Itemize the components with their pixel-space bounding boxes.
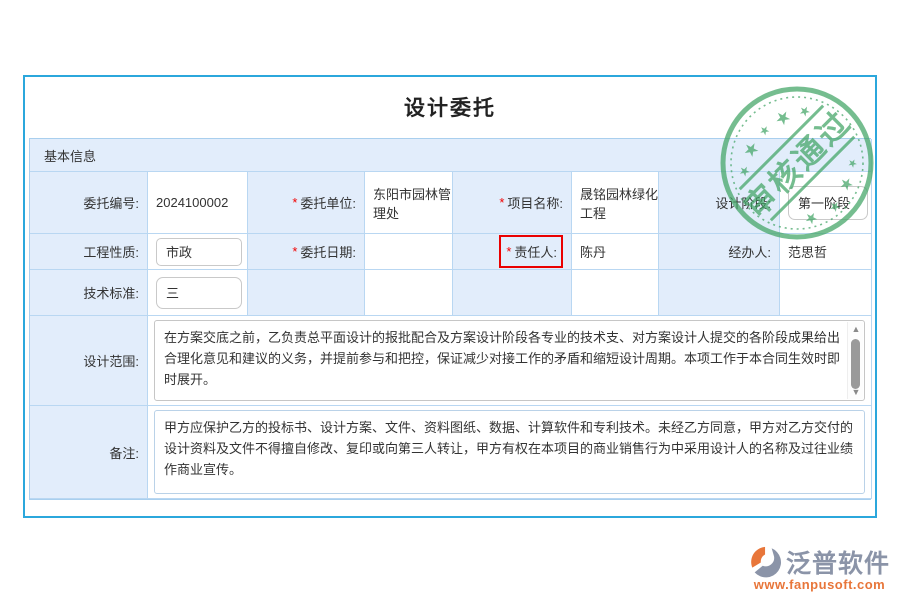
label-entrust-date: *委托日期: bbox=[248, 234, 365, 270]
label-remarks: 备注: bbox=[30, 406, 148, 499]
svg-text:★: ★ bbox=[738, 137, 764, 163]
value-entrust-unit: 东阳市园林管理处 bbox=[365, 172, 453, 234]
empty-value-cell bbox=[572, 270, 659, 316]
required-star: * bbox=[292, 195, 297, 210]
label-entrust-no: 委托编号: bbox=[30, 172, 148, 234]
empty-value-cell bbox=[365, 270, 453, 316]
empty-label-cell bbox=[248, 270, 365, 316]
scroll-down-icon[interactable]: ▼ bbox=[848, 385, 864, 399]
label-entrust-unit: *委托单位: bbox=[248, 172, 365, 234]
label-responsible-person: *责任人: bbox=[453, 234, 572, 270]
brand-url[interactable]: www.fanpusoft.com bbox=[749, 577, 890, 592]
required-star: * bbox=[506, 244, 511, 259]
svg-text:★: ★ bbox=[801, 208, 823, 230]
value-responsible-person: 陈丹 bbox=[572, 234, 659, 270]
label-design-scope: 设计范围: bbox=[30, 316, 148, 406]
cell-technical-standard: 三 bbox=[148, 270, 248, 316]
svg-text:★: ★ bbox=[756, 122, 774, 140]
footer-brand: 泛普软件 www.fanpusoft.com bbox=[749, 544, 890, 592]
technical-standard-input[interactable]: 三 bbox=[156, 277, 242, 309]
responsible-person-highlight-box: *责任人: bbox=[499, 235, 563, 268]
value-entrust-date[interactable] bbox=[365, 234, 453, 270]
project-nature-input[interactable]: 市政 bbox=[156, 238, 242, 266]
svg-text:★: ★ bbox=[770, 105, 796, 131]
value-entrust-no: 2024100002 bbox=[148, 172, 248, 234]
svg-text:★: ★ bbox=[825, 197, 844, 216]
brand-name: 泛普软件 bbox=[786, 544, 890, 580]
empty-value-cell bbox=[780, 270, 872, 316]
cell-design-scope: 在方案交底之前，乙负责总平面设计的报批配合及方案设计阶段各专业的技术支、对方案设… bbox=[148, 316, 872, 406]
fanpu-logo-icon bbox=[749, 545, 783, 579]
scrollbar[interactable]: ▲ ▼ bbox=[847, 322, 863, 399]
svg-text:★: ★ bbox=[845, 156, 861, 172]
empty-label-cell bbox=[659, 270, 780, 316]
svg-text:★: ★ bbox=[836, 173, 858, 195]
remarks-textarea[interactable]: 甲方应保护乙方的投标书、设计方案、文件、资料图纸、数据、计算软件和专利技术。未经… bbox=[154, 410, 865, 494]
approval-stamp: 审核通过 ★ ★ ★ ★ ★ ★ ★ ★ ★ bbox=[718, 84, 876, 242]
label-project-nature: 工程性质: bbox=[30, 234, 148, 270]
value-project-name: 晟铭园林绿化工程 bbox=[572, 172, 659, 234]
cell-remarks: 甲方应保护乙方的投标书、设计方案、文件、资料图纸、数据、计算软件和专利技术。未经… bbox=[148, 406, 872, 499]
scroll-up-icon[interactable]: ▲ bbox=[848, 322, 864, 336]
label-project-name: *项目名称: bbox=[453, 172, 572, 234]
label-technical-standard: 技术标准: bbox=[30, 270, 148, 316]
scrollbar-thumb[interactable] bbox=[851, 339, 860, 389]
design-scope-textarea[interactable]: 在方案交底之前，乙负责总平面设计的报批配合及方案设计阶段各专业的技术支、对方案设… bbox=[154, 320, 865, 401]
required-star: * bbox=[499, 195, 504, 210]
required-star: * bbox=[292, 244, 297, 259]
cell-project-nature: 市政 bbox=[148, 234, 248, 270]
empty-label-cell bbox=[453, 270, 572, 316]
